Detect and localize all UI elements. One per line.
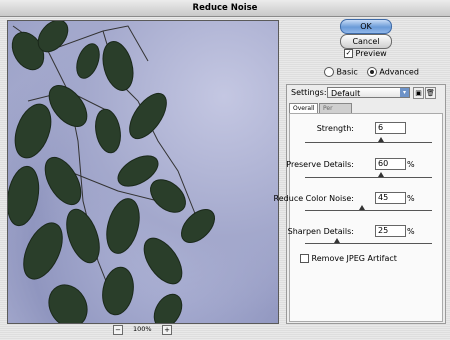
sharpen-details-slider-track[interactable] <box>305 243 432 244</box>
sharpen-details-unit: % <box>407 227 415 236</box>
zoom-in-button[interactable]: + <box>162 325 172 335</box>
window-title: Reduce Noise <box>0 0 450 17</box>
zoom-level: 100% <box>133 325 152 333</box>
settings-select[interactable]: Default ▾ <box>327 87 410 98</box>
preview-label: Preview <box>355 49 387 58</box>
settings-row: Settings: Default ▾ ▣ 🗑 <box>291 87 443 99</box>
reduce-color-noise-slider-thumb[interactable] <box>359 205 366 210</box>
basic-radio[interactable] <box>324 67 334 77</box>
remove-jpeg-checkbox[interactable] <box>300 254 309 263</box>
settings-panel: Settings: Default ▾ ▣ 🗑 Overall Per Chan… <box>274 84 446 324</box>
settings-value: Default <box>331 89 361 98</box>
strength-label: Strength: <box>316 124 354 133</box>
strength-slider-thumb[interactable] <box>378 137 385 142</box>
advanced-label: Advanced <box>379 67 419 77</box>
strength-slider-track[interactable] <box>305 142 432 143</box>
reduce-color-noise-slider-track[interactable] <box>305 210 432 211</box>
preview-checkbox[interactable]: ✓ <box>344 49 353 58</box>
remove-jpeg-row[interactable]: Remove JPEG Artifact <box>300 254 397 263</box>
basic-label: Basic <box>336 67 358 77</box>
advanced-radio[interactable] <box>366 67 377 77</box>
tab-per-channel[interactable]: Per Channel <box>319 103 352 121</box>
mode-radio-group: Basic Advanced <box>324 67 419 77</box>
zoom-bar: − 100% + <box>0 324 284 336</box>
preserve-details-label: Preserve Details: <box>286 160 354 169</box>
reduce-color-noise-unit: % <box>407 194 415 203</box>
cancel-button[interactable]: Cancel <box>340 34 392 49</box>
save-settings-icon[interactable]: ▣ <box>413 87 424 99</box>
strength-input[interactable]: 6 <box>375 122 406 134</box>
preserve-details-slider-thumb[interactable] <box>378 172 385 177</box>
preserve-details-slider-track[interactable] <box>305 177 432 178</box>
preview-image[interactable] <box>7 20 279 324</box>
sharpen-details-input[interactable]: 25 <box>375 225 406 237</box>
preserve-details-input[interactable]: 60 <box>375 158 406 170</box>
trash-icon[interactable]: 🗑 <box>425 87 436 99</box>
sharpen-details-slider-thumb[interactable] <box>333 238 340 243</box>
leaves-illustration <box>8 21 215 323</box>
overall-tab-content: Strength: 6 Preserve Details: 60 % Reduc… <box>274 113 443 322</box>
tab-overall[interactable]: Overall <box>289 103 319 113</box>
reduce-color-noise-label: Reduce Color Noise: <box>273 194 354 203</box>
preview-row[interactable]: ✓ Preview <box>344 49 387 58</box>
sharpen-details-label: Sharpen Details: <box>287 227 354 236</box>
zoom-out-button[interactable]: − <box>113 325 123 335</box>
remove-jpeg-label: Remove JPEG Artifact <box>311 254 397 263</box>
reduce-color-noise-input[interactable]: 45 <box>375 192 406 204</box>
chevron-down-icon: ▾ <box>400 88 409 97</box>
preserve-details-unit: % <box>407 160 415 169</box>
ok-button[interactable]: OK <box>340 19 392 34</box>
settings-label: Settings: <box>291 88 327 97</box>
